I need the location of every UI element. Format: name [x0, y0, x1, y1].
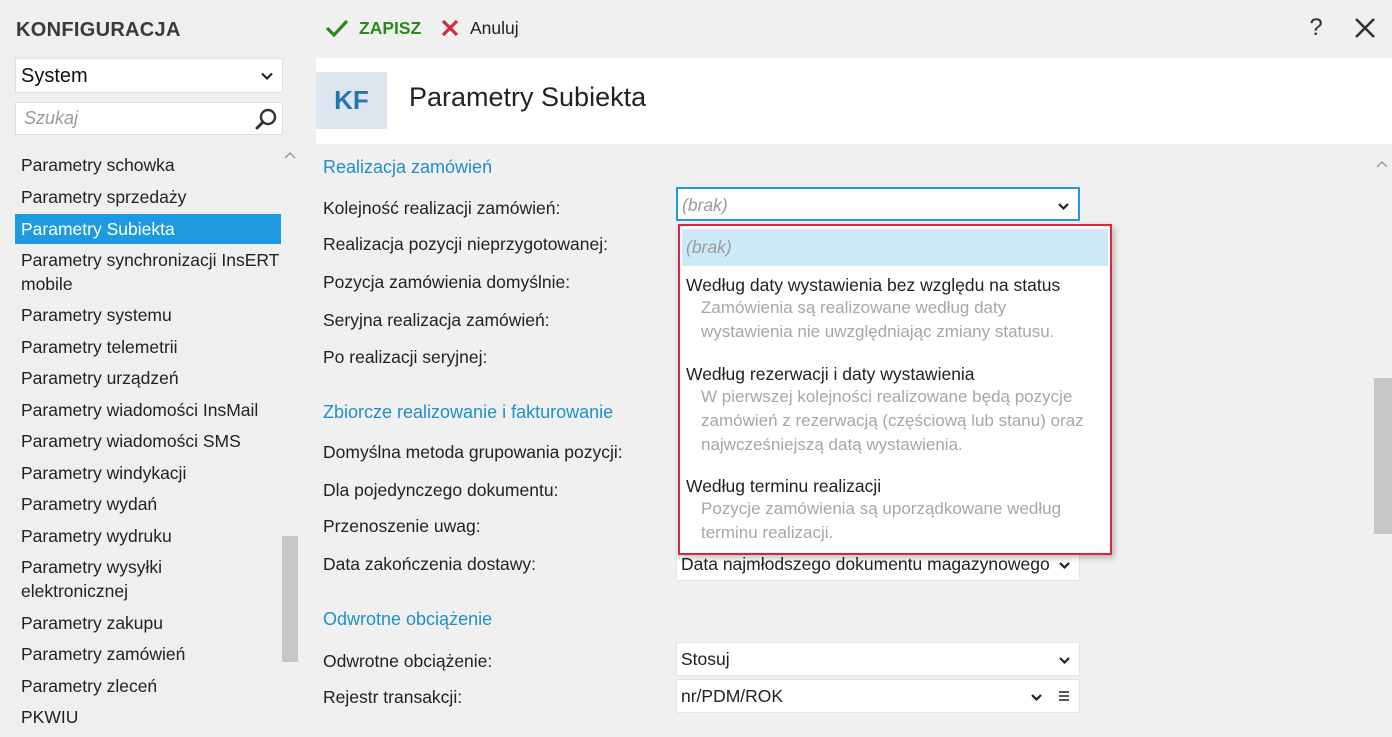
dropdown-option-title: (brak): [686, 237, 732, 257]
sidebar-scroll-up-icon[interactable]: [282, 148, 298, 164]
field-label-data-zakonczenia: Data zakończenia dostawy:: [323, 554, 537, 574]
cancel-button-label: Anuluj: [470, 17, 519, 38]
sidebar-scrollbar[interactable]: [282, 536, 298, 662]
page-title: Parametry Subiekta: [409, 82, 647, 112]
dropdown-option-desc: najwcześniejszą datą wystawienia.: [701, 435, 963, 454]
sidebar-item-parametry-zamowien[interactable]: Parametry zamówień: [15, 642, 281, 666]
odwrotne-obciazenie-select[interactable]: Stosuj: [676, 642, 1080, 676]
field-label-metoda-grupowania: Domyślna metoda grupowania pozycji:: [323, 442, 623, 462]
rejestr-transakcji-value: nr/PDM/ROK: [681, 686, 784, 706]
field-label-po-realizacji: Po realizacji seryjnej:: [323, 347, 488, 367]
sidebar-item-parametry-telemetrii[interactable]: Parametry telemetrii: [15, 335, 281, 359]
sidebar-item-pkwiu[interactable]: PKWIU: [15, 705, 281, 729]
field-label-odwrotne-obciazenie: Odwrotne obciążenie:: [323, 651, 493, 671]
sidebar-item-parametry-wiadomosci-sms[interactable]: Parametry wiadomości SMS: [15, 429, 281, 453]
chevron-down-icon: [1058, 203, 1069, 211]
dropdown-option-title: Według terminu realizacji: [686, 476, 882, 496]
data-zakonczenia-value: Data najmłodszego dokumentu magazynowego: [681, 554, 1050, 574]
sidebar-item-parametry-urzadzen[interactable]: Parametry urządzeń: [15, 366, 281, 390]
dropdown-option-termin-realizacji[interactable]: Według terminu realizacji Pozycje zamówi…: [682, 476, 1108, 545]
kolejnosc-realizacji-select[interactable]: (brak): [676, 187, 1080, 221]
page-header: KF Parametry Subiekta: [316, 58, 1392, 144]
search-box: [15, 102, 283, 135]
dropdown-option-desc: wystawienia nie uwzględniając zmiany sta…: [701, 322, 1055, 341]
dropdown-option-brak[interactable]: (brak): [682, 229, 1108, 266]
rejestr-transakcji-select[interactable]: nr/PDM/ROK: [676, 679, 1080, 713]
field-label-pozycja-domyslnie: Pozycja zamówienia domyślnie:: [323, 272, 571, 292]
field-label-przenoszenie-uwag: Przenoszenie uwag:: [323, 516, 481, 536]
field-label-realizacja-pozycji: Realizacja pozycji nieprzygotowanej:: [323, 234, 609, 254]
field-label-pojedynczy-dokument: Dla pojedynczego dokumentu:: [323, 480, 559, 500]
dropdown-option-title: Według daty wystawienia bez względu na s…: [686, 275, 1061, 295]
form-scroll-up-icon[interactable]: [1374, 157, 1390, 173]
sidebar: KONFIGURACJA System Parametry schowka Pa…: [0, 0, 300, 737]
section-title-realizacja: Realizacja zamówień: [323, 157, 493, 177]
sidebar-item-parametry-sprzedazy[interactable]: Parametry sprzedaży: [15, 185, 281, 209]
save-button-label: ZAPISZ: [359, 17, 422, 38]
field-label-rejestr-transakcji: Rejestr transakcji:: [323, 687, 463, 707]
kolejnosc-dropdown-list: (brak) Według daty wystawienia bez wzglę…: [678, 224, 1112, 555]
section-title-zbiorcze: Zbiorcze realizowanie i fakturowanie: [323, 402, 614, 422]
odwrotne-obciazenie-value: Stosuj: [681, 649, 730, 669]
chevron-down-icon: [1059, 657, 1070, 665]
form-scrollbar[interactable]: [1374, 378, 1392, 534]
field-label-seryjna-realizacja: Seryjna realizacja zamówień:: [323, 310, 550, 330]
toolbar: ZAPISZ Anuluj ?: [300, 0, 1392, 58]
sidebar-item-parametry-zakupu[interactable]: Parametry zakupu: [15, 611, 281, 635]
sidebar-nav-list: Parametry schowka Parametry sprzedaży Pa…: [15, 150, 281, 737]
cancel-button[interactable]: Anuluj: [440, 14, 519, 42]
close-icon[interactable]: [1354, 17, 1376, 39]
search-input[interactable]: [16, 103, 252, 134]
chevron-down-icon: [1031, 694, 1042, 702]
dropdown-option-rezerwacja[interactable]: Według rezerwacji i daty wystawienia W p…: [682, 364, 1108, 457]
checkmark-icon: [325, 19, 349, 38]
field-label-kolejnosc: Kolejność realizacji zamówień:: [323, 198, 561, 218]
sidebar-item-parametry-wysylki[interactable]: Parametry wysyłki elektronicznej: [15, 555, 175, 603]
kolejnosc-realizacji-value: (brak): [682, 195, 728, 215]
sidebar-item-parametry-systemu[interactable]: Parametry systemu: [15, 303, 281, 327]
dropdown-option-desc: Zamówienia są realizowane według daty: [701, 298, 1007, 317]
dropdown-option-desc: terminu realizacji.: [701, 523, 834, 542]
dropdown-option-data-wystawienia[interactable]: Według daty wystawienia bez względu na s…: [682, 275, 1108, 344]
dropdown-option-desc: W pierwszej kolejności realizowane będą …: [701, 387, 1073, 406]
close-x-icon: [441, 19, 459, 37]
sidebar-item-parametry-schowka[interactable]: Parametry schowka: [15, 153, 281, 177]
sidebar-item-parametry-subiekta[interactable]: Parametry Subiekta: [15, 214, 281, 244]
sidebar-item-parametry-wydruku[interactable]: Parametry wydruku: [15, 524, 281, 548]
search-icon[interactable]: [254, 107, 278, 131]
menu-lines-icon[interactable]: [1057, 688, 1071, 704]
chevron-down-icon: [1059, 562, 1070, 570]
chevron-down-icon: [261, 72, 273, 81]
dropdown-option-desc: Pozycje zamówienia są uporządkowane wedł…: [701, 499, 1062, 518]
sidebar-item-parametry-synchronizacji[interactable]: Parametry synchronizacji InsERT mobile: [15, 248, 281, 296]
help-button[interactable]: ?: [1304, 14, 1328, 44]
dropdown-option-title: Według rezerwacji i daty wystawienia: [686, 364, 975, 384]
sidebar-item-parametry-zlecen[interactable]: Parametry zleceń: [15, 674, 281, 698]
module-badge: KF: [316, 72, 387, 129]
save-button[interactable]: ZAPISZ: [325, 14, 421, 42]
sidebar-item-parametry-wydan[interactable]: Parametry wydań: [15, 492, 281, 516]
module-select-value: System: [21, 65, 88, 87]
module-select[interactable]: System: [15, 58, 283, 93]
section-title-odwrotne: Odwrotne obciążenie: [323, 609, 493, 629]
dropdown-option-desc: zamówień z rezerwacją (częściową lub sta…: [701, 411, 1084, 430]
sidebar-item-parametry-windykacji[interactable]: Parametry windykacji: [15, 461, 281, 485]
sidebar-item-parametry-wiadomosci-insmail[interactable]: Parametry wiadomości InsMail: [15, 398, 281, 422]
app-title: KONFIGURACJA: [16, 19, 181, 41]
